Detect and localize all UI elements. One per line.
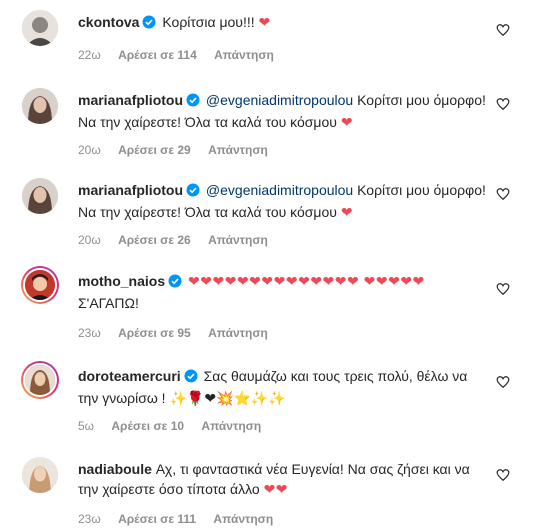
- comment-time[interactable]: 20ω: [78, 233, 101, 247]
- likes-count[interactable]: Αρέσει σε 114: [118, 48, 197, 62]
- reply-button[interactable]: Απάντηση: [214, 48, 274, 62]
- avatar-image: [22, 88, 58, 124]
- heart-emoji: ❤: [258, 14, 271, 30]
- username[interactable]: doroteamercuri: [78, 368, 181, 384]
- like-heart-icon[interactable]: [496, 282, 510, 296]
- avatar-image: [25, 270, 55, 300]
- comment-time[interactable]: 22ω: [78, 48, 101, 62]
- reply-button[interactable]: Απάντηση: [213, 512, 273, 526]
- like-heart-icon[interactable]: [496, 375, 510, 389]
- avatar-image: [25, 365, 55, 395]
- avatar[interactable]: [22, 10, 58, 46]
- like-heart-icon[interactable]: [496, 468, 510, 482]
- comment-time[interactable]: 20ω: [78, 143, 101, 157]
- comment-text: Κορίτσια μου!!!: [162, 14, 255, 30]
- verified-badge-icon: [184, 368, 198, 388]
- comment-time[interactable]: 23ω: [78, 326, 101, 340]
- username[interactable]: marianafpliotou: [78, 92, 183, 108]
- username[interactable]: motho_naios: [78, 273, 165, 289]
- likes-count[interactable]: Αρέσει σε 95: [118, 326, 191, 340]
- verified-badge-icon: [186, 92, 200, 112]
- avatar[interactable]: [22, 457, 58, 493]
- likes-count[interactable]: Αρέσει σε 29: [118, 143, 191, 157]
- reply-button[interactable]: Απάντηση: [201, 419, 261, 433]
- emoji-sequence: ✨🌹❤💥⭐✨✨: [169, 390, 286, 406]
- verified-badge-icon: [142, 14, 156, 34]
- avatar[interactable]: [21, 266, 59, 304]
- heart-emoji: ❤: [340, 114, 354, 130]
- heart-emoji: ❤: [340, 204, 354, 220]
- comment-text: Σ'ΑΓΑΠΩ!: [78, 295, 139, 311]
- comment-time[interactable]: 23ω: [78, 512, 101, 526]
- like-heart-icon[interactable]: [496, 187, 510, 201]
- avatar[interactable]: [22, 88, 58, 124]
- mention-link[interactable]: @evgeniadimitropoulou: [206, 92, 353, 108]
- like-heart-icon[interactable]: [496, 23, 510, 37]
- avatar[interactable]: [22, 178, 58, 214]
- mention-link[interactable]: @evgeniadimitropoulou: [206, 182, 353, 198]
- heart-emoji: ❤❤❤❤❤❤❤❤❤❤❤❤❤❤ ❤❤❤❤❤: [188, 273, 425, 289]
- reply-button[interactable]: Απάντηση: [208, 233, 268, 247]
- avatar-image: [22, 10, 58, 46]
- verified-badge-icon: [186, 182, 200, 202]
- username[interactable]: ckontova: [78, 14, 139, 30]
- avatar-image: [22, 178, 58, 214]
- like-heart-icon[interactable]: [496, 97, 510, 111]
- comment-time[interactable]: 5ω: [78, 419, 94, 433]
- username[interactable]: marianafpliotou: [78, 182, 183, 198]
- likes-count[interactable]: Αρέσει σε 10: [111, 419, 184, 433]
- likes-count[interactable]: Αρέσει σε 26: [118, 233, 191, 247]
- avatar-image: [22, 457, 58, 493]
- username[interactable]: nadiaboule: [78, 461, 152, 477]
- reply-button[interactable]: Απάντηση: [208, 143, 268, 157]
- heart-emoji: ❤❤: [263, 481, 289, 497]
- verified-badge-icon: [168, 273, 182, 293]
- reply-button[interactable]: Απάντηση: [208, 326, 268, 340]
- avatar[interactable]: [21, 361, 59, 399]
- likes-count[interactable]: Αρέσει σε 111: [118, 512, 196, 526]
